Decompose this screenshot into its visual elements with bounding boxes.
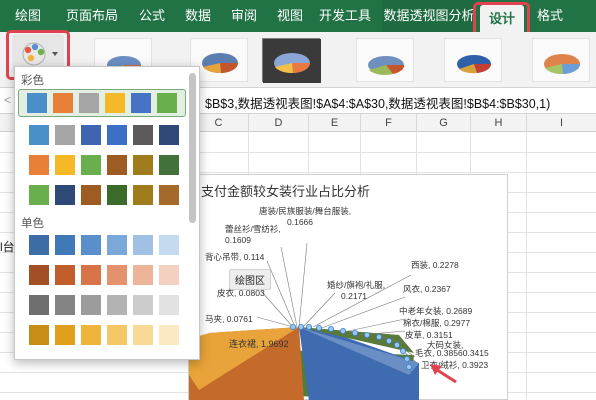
color-swatch — [81, 235, 101, 255]
pie-chart[interactable]: 支付金额较女装行业占比分析 绘图区 唐装/民族服装/舞台服装, 0.1666 蕾… — [188, 174, 508, 400]
color-swatch — [133, 295, 153, 315]
color-swatch — [81, 265, 101, 285]
color-swatch — [133, 325, 153, 345]
color-swatch — [55, 185, 75, 205]
column-header-g[interactable]: G — [416, 114, 470, 132]
tab-draw[interactable]: 绘图 — [8, 0, 48, 32]
palette-scrollbar[interactable] — [189, 73, 196, 223]
chart-style-thumb-6[interactable] — [532, 38, 590, 82]
color-swatch — [133, 235, 153, 255]
color-swatch — [107, 185, 127, 205]
color-swatch — [159, 265, 179, 285]
color-swatch — [107, 155, 127, 175]
color-swatch — [157, 93, 177, 113]
column-header-f[interactable]: F — [360, 114, 416, 132]
color-swatch — [131, 93, 151, 113]
column-header-e[interactable]: E — [308, 114, 360, 132]
tab-review[interactable]: 审阅 — [224, 0, 264, 32]
column-header-i[interactable]: I — [526, 114, 596, 132]
color-swatch — [29, 235, 49, 255]
column-header-h[interactable]: H — [470, 114, 526, 132]
color-swatch — [159, 185, 179, 205]
tab-developer[interactable]: 开发工具 — [314, 0, 376, 32]
data-label-maoyi[interactable]: 毛衣, 0.38560.3415 — [415, 347, 489, 359]
color-swatch — [107, 235, 127, 255]
color-swatch — [81, 295, 101, 315]
red-arrow-icon — [430, 364, 457, 384]
color-swatch — [81, 125, 101, 145]
color-swatch — [29, 325, 49, 345]
color-swatch — [133, 155, 153, 175]
tab-format[interactable]: 格式 — [530, 0, 570, 32]
color-swatch — [55, 265, 75, 285]
color-swatch — [107, 295, 127, 315]
data-label-beixin[interactable]: 背心吊带, 0.114 — [205, 251, 264, 263]
color-swatch — [107, 325, 127, 345]
color-palette-dropdown: 彩色 单色 — [14, 66, 200, 360]
name-box-fragment: < — [4, 93, 12, 107]
color-swatch — [29, 185, 49, 205]
chart-style-thumb-3[interactable] — [262, 38, 321, 83]
color-swatch — [27, 93, 47, 113]
color-swatch — [133, 265, 153, 285]
tab-data[interactable]: 数据 — [178, 0, 218, 32]
chart-style-thumb-4[interactable] — [356, 38, 414, 82]
color-swatch — [107, 265, 127, 285]
color-swatch — [29, 295, 49, 315]
section-mono-label: 单色 — [21, 218, 44, 230]
palette-row-colorful-1[interactable] — [18, 89, 186, 117]
data-label-piyi[interactable]: 皮衣, 0.0803 — [217, 287, 265, 299]
tab-pivotchart-analyze[interactable]: 数据透视图分析 — [382, 0, 476, 32]
color-swatch — [159, 325, 179, 345]
section-colorful-label: 彩色 — [21, 75, 44, 87]
data-label-lianyiqun[interactable]: 连衣裙, 1.9692 — [229, 337, 289, 350]
color-swatch — [55, 125, 75, 145]
tab-page-layout[interactable]: 页面布局 — [60, 0, 124, 32]
formula-text[interactable]: $B$3,数据透视表图!$A$4:$A$30,数据透视表图!$B$4:$B$30… — [205, 93, 550, 112]
color-swatch — [133, 185, 153, 205]
color-swatch — [159, 155, 179, 175]
data-label-mianyi[interactable]: 棉衣/棉服, 0.2977 — [403, 317, 470, 329]
data-label-majia[interactable]: 马夹, 0.0761 — [205, 313, 253, 325]
color-swatch — [81, 155, 101, 175]
data-label-zhonglaonian[interactable]: 中老年女装, 0.2689 — [399, 305, 472, 317]
color-swatch — [55, 325, 75, 345]
color-swatch — [133, 125, 153, 145]
tab-formulas[interactable]: 公式 — [132, 0, 172, 32]
truncated-cell-text: l台 — [0, 240, 15, 254]
color-swatch — [159, 295, 179, 315]
color-swatch — [29, 125, 49, 145]
column-header-d[interactable]: D — [248, 114, 308, 132]
color-swatch — [81, 185, 101, 205]
color-swatch — [105, 93, 125, 113]
chart-style-thumb-5[interactable] — [444, 38, 502, 82]
design-tab-highlight — [473, 2, 530, 36]
color-swatch — [107, 125, 127, 145]
data-label-xizhuang[interactable]: 西装, 0.2278 — [411, 259, 459, 271]
color-swatch — [55, 295, 75, 315]
color-swatch — [55, 155, 75, 175]
color-swatch — [55, 235, 75, 255]
color-swatch — [79, 93, 99, 113]
color-swatch — [29, 155, 49, 175]
color-swatch — [159, 125, 179, 145]
color-swatch — [81, 325, 101, 345]
color-swatch — [159, 235, 179, 255]
color-swatch — [53, 93, 73, 113]
data-label-leisi[interactable]: 蕾丝衫/雪纺衫, 0.1609 — [225, 223, 281, 245]
data-label-fengyi[interactable]: 风衣, 0.2367 — [403, 283, 451, 295]
color-swatch — [29, 265, 49, 285]
tab-view[interactable]: 视图 — [270, 0, 310, 32]
data-label-hunsha[interactable]: 婚纱/旗袍/礼服, 0.2171 — [327, 279, 385, 301]
